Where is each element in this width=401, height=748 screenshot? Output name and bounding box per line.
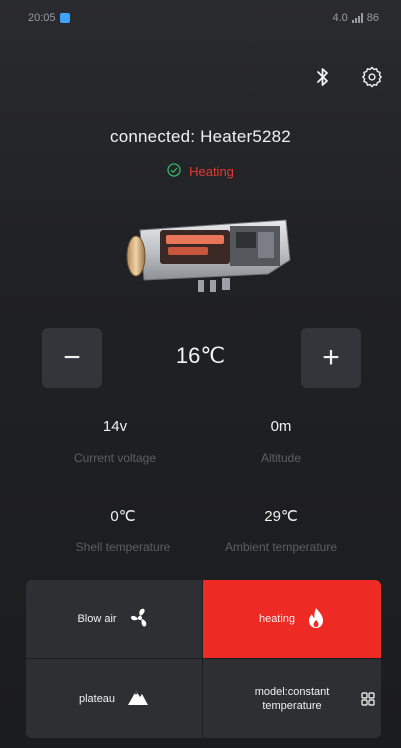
voltage-label: Current voltage	[73, 451, 157, 465]
heating-button[interactable]: heating	[203, 580, 381, 659]
mode-controls: Blow air heating plateau model:constant …	[26, 580, 381, 738]
top-actions	[315, 66, 383, 88]
voltage-value: 14v	[102, 418, 128, 435]
status-left: 20:05	[28, 12, 70, 24]
mountain-icon	[127, 688, 149, 709]
heating-label: heating	[258, 613, 296, 625]
battery-level: 86	[366, 12, 379, 24]
model-label: model:constant temperature	[254, 685, 330, 712]
app-screen: 20:05 4.0 86 connected: Heater5282 Heati…	[0, 0, 401, 748]
gear-icon[interactable]	[361, 66, 383, 88]
altitude-value: 0m	[270, 418, 292, 435]
plateau-label: plateau	[78, 692, 116, 705]
shell-temperature-label: Shell temperature	[75, 540, 171, 554]
status-bar: 20:05 4.0 86	[0, 0, 401, 36]
increase-temperature-button[interactable]: +	[301, 328, 361, 388]
connection-title: connected: Heater5282	[110, 127, 291, 146]
heater-illustration	[118, 200, 298, 300]
altitude-label: Altitude	[260, 451, 302, 465]
network-speed: 4.0	[332, 12, 348, 24]
model-button[interactable]: model:constant temperature	[203, 659, 381, 738]
grid-icon	[361, 692, 375, 709]
ambient-temperature-value: 29℃	[264, 508, 298, 525]
check-circle-icon	[167, 163, 181, 180]
status-text: Heating	[189, 164, 234, 179]
ambient-temperature-label: Ambient temperature	[224, 540, 338, 554]
heater-status: Heating	[0, 163, 401, 180]
flame-icon	[307, 607, 325, 632]
signal-icon	[351, 13, 363, 23]
fan-icon	[129, 607, 151, 632]
status-right: 4.0 86	[332, 12, 379, 24]
blow-air-label: Blow air	[77, 613, 117, 625]
shell-temperature-value: 0℃	[110, 508, 136, 525]
bluetooth-icon[interactable]	[315, 67, 331, 87]
blow-air-button[interactable]: Blow air	[26, 580, 203, 659]
notification-icon	[59, 13, 70, 23]
status-time: 20:05	[28, 12, 56, 24]
plateau-button[interactable]: plateau	[26, 659, 203, 738]
